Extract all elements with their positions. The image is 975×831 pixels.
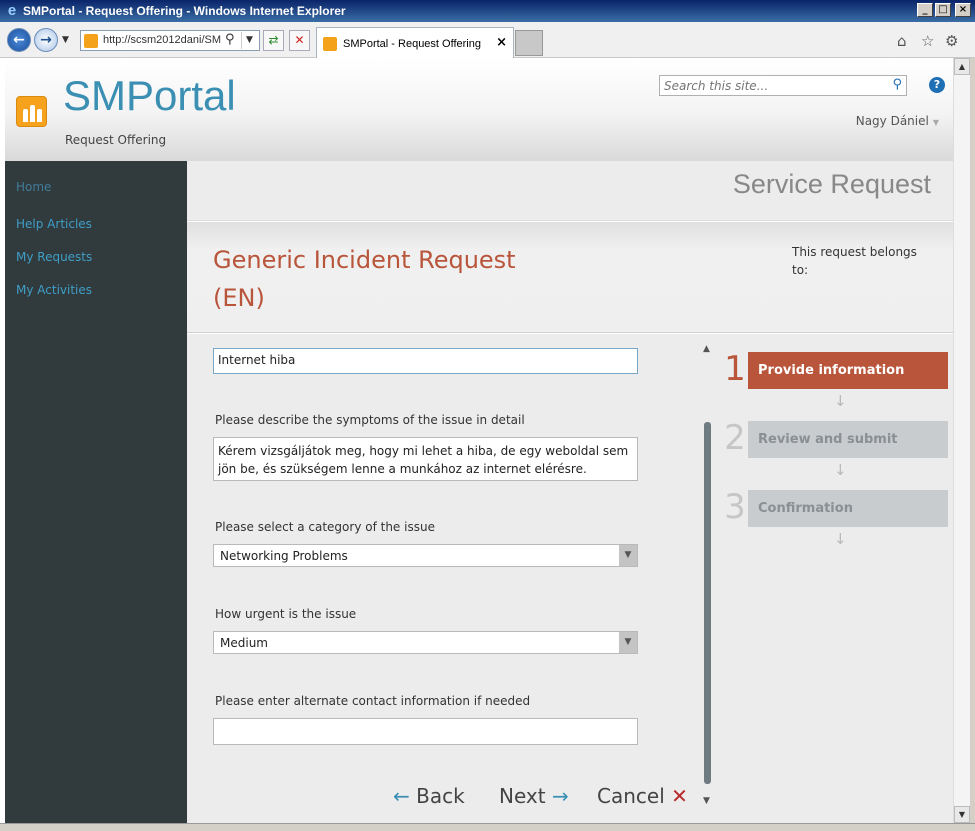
section-title: Service Request <box>732 169 931 199</box>
portal-header: SMPortal Request Offering ⚲ ? Nagy Dánie… <box>5 58 953 161</box>
urgency-label: How urgent is the issue <box>215 607 357 621</box>
site-subtitle: Request Offering <box>65 133 167 147</box>
browser-tab[interactable]: SMPortal - Request Offering × <box>316 27 514 58</box>
step-confirmation: 3 Confirmation ↓ <box>722 487 948 548</box>
step-label: Provide information <box>748 352 948 389</box>
favorites-star-icon[interactable]: ☆ <box>921 32 934 50</box>
arrow-down-icon: ↓ <box>834 392 847 410</box>
address-url[interactable]: http://scsm2012dani/SM <box>103 34 221 46</box>
sidebar-item-my-requests[interactable]: My Requests <box>16 250 92 264</box>
window-title: SMPortal - Request Offering - Windows In… <box>23 4 346 18</box>
form-scrollbar[interactable] <box>704 422 711 784</box>
category-value[interactable]: Networking Problems <box>220 549 348 563</box>
address-bar[interactable]: http://scsm2012dani/SM ⚲ ▼ <box>80 30 260 51</box>
section-header: Service Request <box>187 161 953 221</box>
scroll-down-icon[interactable]: ▼ <box>703 796 710 806</box>
maximize-button[interactable]: □ <box>935 3 951 17</box>
chevron-down-icon[interactable]: ▼ <box>619 632 637 653</box>
page-scrollbar[interactable]: ▲ ▼ <box>953 58 970 823</box>
request-form: Internet hiba Please describe the sympto… <box>187 334 953 823</box>
site-search[interactable]: ⚲ <box>659 75 907 96</box>
category-label: Please select a category of the issue <box>215 520 435 534</box>
cancel-label[interactable]: Cancel <box>597 784 665 808</box>
chevron-down-icon[interactable]: ▼ <box>619 545 637 566</box>
address-search-icon[interactable]: ⚲ <box>225 32 235 47</box>
browser-toolbar: ← → ▼ http://scsm2012dani/SM ⚲ ▼ ⇄ ✕ SMP… <box>0 22 975 58</box>
home-icon[interactable]: ⌂ <box>897 32 907 50</box>
left-navigation: Home Help Articles My Requests My Activi… <box>5 161 187 823</box>
portal-logo-icon[interactable] <box>16 96 47 127</box>
new-tab-button[interactable] <box>515 30 543 56</box>
browser-forward-button[interactable]: → <box>34 28 58 52</box>
urgency-value[interactable]: Medium <box>220 636 268 650</box>
arrow-right-icon: → <box>551 784 569 808</box>
sidebar-item-my-activities[interactable]: My Activities <box>16 283 92 297</box>
scroll-up-icon[interactable]: ▲ <box>703 344 710 354</box>
arrow-down-icon: ↓ <box>834 530 847 548</box>
step-number: 3 <box>724 487 746 527</box>
search-icon[interactable]: ⚲ <box>892 77 902 92</box>
site-name[interactable]: SMPortal <box>63 72 236 120</box>
scroll-up-arrow-icon[interactable]: ▲ <box>954 58 970 75</box>
close-window-button[interactable]: × <box>955 3 971 17</box>
window-title-bar: e SMPortal - Request Offering - Windows … <box>0 0 975 22</box>
back-label[interactable]: Back <box>416 784 465 808</box>
step-review-and-submit: 2 Review and submit ↓ <box>722 418 948 479</box>
address-dropdown-icon[interactable]: ▼ <box>241 32 257 49</box>
title-input[interactable]: Internet hiba <box>213 348 638 374</box>
cancel-button[interactable]: Cancel ✕ <box>597 784 688 808</box>
contact-input[interactable] <box>213 718 638 745</box>
next-button[interactable]: Next → <box>499 784 569 808</box>
scroll-down-arrow-icon[interactable]: ▼ <box>954 806 970 823</box>
step-provide-information: 1 Provide information ↓ <box>722 349 948 410</box>
step-label: Confirmation <box>748 490 948 527</box>
next-label[interactable]: Next <box>499 784 546 808</box>
close-icon: ✕ <box>671 784 688 808</box>
user-dropdown-icon[interactable]: ▼ <box>933 118 939 127</box>
arrow-left-icon: ← <box>393 784 410 808</box>
tab-close-icon[interactable]: × <box>496 35 507 50</box>
symptoms-textarea[interactable]: Kérem vizsgáljátok meg, hogy mi lehet a … <box>213 437 638 481</box>
status-bar <box>0 823 975 831</box>
back-button[interactable]: ← Back <box>393 784 465 808</box>
contact-label: Please enter alternate contact informati… <box>215 694 531 708</box>
tab-title[interactable]: SMPortal - Request Offering <box>343 38 481 50</box>
urgency-select[interactable]: Medium ▼ <box>213 631 638 654</box>
help-icon[interactable]: ? <box>929 77 945 93</box>
belongs-to-label: This request belongs to: <box>792 245 917 277</box>
ie-icon: e <box>7 2 17 19</box>
window-frame-right <box>970 58 975 831</box>
stop-icon[interactable]: ✕ <box>289 30 310 51</box>
category-select[interactable]: Networking Problems ▼ <box>213 544 638 567</box>
search-input[interactable] <box>664 78 884 93</box>
sidebar-item-home[interactable]: Home <box>16 180 51 194</box>
site-favicon <box>84 34 98 48</box>
history-dropdown-icon[interactable]: ▼ <box>62 35 69 45</box>
step-label: Review and submit <box>748 421 948 458</box>
step-number: 1 <box>724 349 746 389</box>
refresh-icon[interactable]: ⇄ <box>263 30 284 51</box>
browser-back-button[interactable]: ← <box>7 28 31 52</box>
tab-favicon <box>323 37 337 51</box>
minimize-button[interactable]: _ <box>917 3 933 17</box>
user-menu[interactable]: Nagy Dániel ▼ <box>856 114 939 128</box>
request-header: Generic Incident Request (EN) This reque… <box>187 222 953 333</box>
sidebar-item-help-articles[interactable]: Help Articles <box>16 217 92 231</box>
request-title: Generic Incident Request (EN) <box>213 246 516 312</box>
window-controls: _ □ × <box>917 3 971 17</box>
user-name[interactable]: Nagy Dániel <box>856 114 929 128</box>
tools-gear-icon[interactable]: ⚙ <box>945 32 958 50</box>
symptoms-label: Please describe the symptoms of the issu… <box>215 413 525 427</box>
step-number: 2 <box>724 418 746 458</box>
arrow-down-icon: ↓ <box>834 461 847 479</box>
